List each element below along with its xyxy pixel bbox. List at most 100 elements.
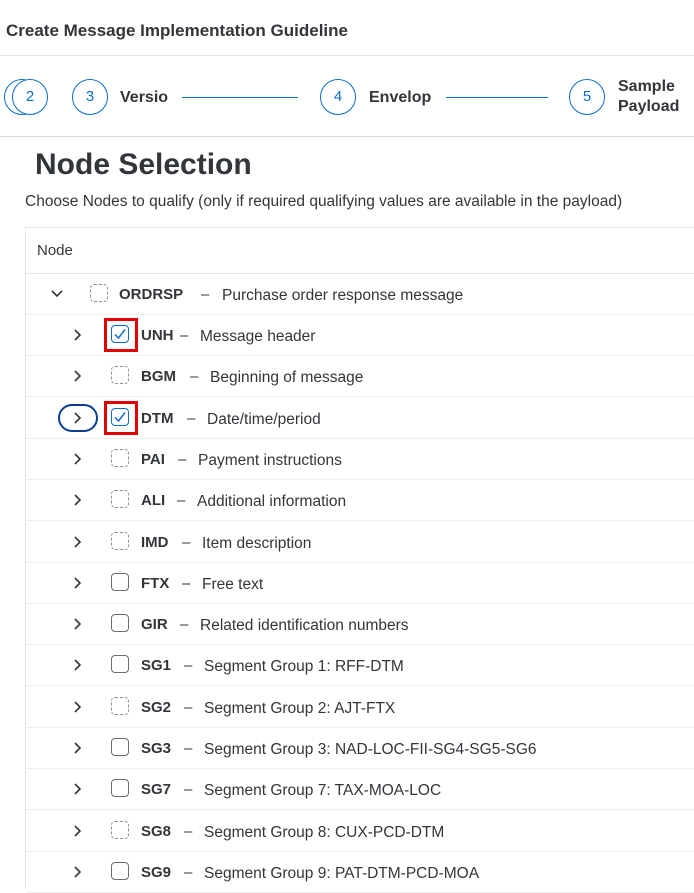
node-code: GIR: [141, 616, 168, 634]
chevron-right-icon[interactable]: [69, 326, 87, 344]
node-checkbox[interactable]: [111, 861, 129, 880]
node-checkbox[interactable]: [90, 284, 108, 302]
node-checkbox[interactable]: [111, 614, 129, 633]
node-code: ORDRSP: [119, 286, 184, 303]
node-code: SG3: [141, 740, 172, 757]
node-checkbox[interactable]: [111, 531, 129, 550]
chevron-right-icon[interactable]: [69, 656, 87, 674]
tree-row-bgm[interactable]: BGM – Beginning of message: [26, 356, 694, 398]
node-checkbox[interactable]: [111, 696, 129, 715]
tree-row-unh[interactable]: UNH – Message header: [26, 315, 694, 356]
wizard-progress-bar: 2 3 Versio 4 Envelop 5 Sample Payload: [0, 57, 694, 137]
node-checkbox[interactable]: [111, 738, 129, 756]
wizard-step-number: 4: [333, 88, 343, 105]
wizard-step-number: 3: [85, 88, 95, 105]
chevron-right-icon[interactable]: [69, 450, 87, 468]
node-checkbox[interactable]: [111, 820, 129, 839]
node-separator: –: [184, 781, 193, 799]
wizard-step-number: 2: [25, 88, 35, 105]
node-code: SG2: [141, 698, 172, 716]
tree-row-ftx[interactable]: FTX – Free text: [26, 563, 694, 604]
node-separator: –: [177, 492, 186, 510]
node-description: Segment Group 7: TAX-MOA-LOC: [204, 782, 442, 800]
wizard-step-number: 5: [582, 88, 592, 105]
node-separator: –: [187, 409, 196, 427]
wizard-step-5-label-line2[interactable]: Payload: [618, 98, 679, 116]
node-description: Message header: [200, 328, 316, 345]
tree-row-root[interactable]: ORDRSP – Purchase order response message: [26, 274, 694, 315]
node-code: FTX: [141, 574, 170, 592]
node-checkbox[interactable]: [111, 779, 129, 798]
page-subtitle: Choose Nodes to qualify (only if require…: [25, 193, 623, 210]
tree-row-sg9[interactable]: SG9– Segment Group 9: PAT-DTM-PCD-MOA: [26, 852, 694, 893]
node-description: Segment Group 8: CUX-PCD-DTM: [204, 823, 445, 841]
column-header-node: Node: [37, 242, 73, 259]
node-description: Beginning of message: [210, 369, 364, 387]
chevron-right-icon[interactable]: [69, 367, 87, 385]
node-description: Segment Group 2: AJT-FTX: [204, 699, 396, 717]
wizard-step-5[interactable]: 5: [569, 79, 605, 115]
chevron-right-icon[interactable]: [69, 780, 87, 798]
node-description: Item description: [202, 534, 312, 552]
node-code: SG9: [141, 863, 172, 881]
node-description: Segment Group 9: PAT-DTM-PCD-MOA: [204, 864, 480, 882]
node-code: ALI: [141, 492, 166, 510]
chevron-right-icon[interactable]: [69, 615, 87, 633]
wizard-step-4[interactable]: 4: [320, 79, 356, 115]
node-checkbox[interactable]: [111, 448, 129, 467]
node-separator: –: [184, 657, 193, 675]
chevron-right-icon[interactable]: [69, 863, 87, 881]
node-code: SG7: [141, 781, 172, 799]
chevron-right-icon[interactable]: [69, 822, 87, 840]
tree-row-imd[interactable]: IMD – Item description: [26, 522, 694, 563]
chevron-right-icon[interactable]: [69, 533, 87, 551]
chevron-right-icon[interactable]: [69, 739, 87, 757]
node-checkbox[interactable]: [111, 572, 129, 591]
chevron-down-icon[interactable]: [48, 285, 66, 303]
node-description: Segment Group 1: RFF-DTM: [204, 658, 404, 676]
tree-row-sg7[interactable]: SG7– Segment Group 7: TAX-MOA-LOC: [26, 769, 694, 811]
node-tree-table: Node ORDRSP – Purchase order response me…: [25, 227, 694, 893]
wizard-step-3-label[interactable]: Versio: [120, 89, 168, 107]
node-separator: –: [201, 286, 210, 303]
chevron-right-icon[interactable]: [69, 409, 87, 427]
node-code: SG1: [141, 657, 172, 675]
highlight-annotation-box: [104, 318, 138, 352]
dialog-title-bar: Create Message Implementation Guideline: [0, 0, 694, 56]
node-separator: –: [180, 327, 189, 344]
node-separator: –: [180, 616, 189, 634]
tree-row-ali[interactable]: ALI – Additional information: [26, 480, 694, 522]
tree-row-dtm[interactable]: DTM – Date/time/period: [26, 398, 694, 439]
wizard-step-4-label[interactable]: Envelop: [369, 89, 431, 107]
chevron-right-icon[interactable]: [69, 491, 87, 509]
tree-row-gir[interactable]: GIR – Related identification numbers: [26, 604, 694, 646]
node-checkbox[interactable]: [111, 490, 129, 509]
tree-row-sg2[interactable]: SG2– Segment Group 2: AJT-FTX: [26, 687, 694, 728]
dialog-title: Create Message Implementation Guideline: [6, 21, 348, 40]
wizard-connector: [446, 97, 548, 98]
node-separator: –: [184, 863, 193, 881]
wizard-step-3[interactable]: 3: [72, 79, 108, 115]
tree-row-pai[interactable]: PAI – Payment instructions: [26, 439, 694, 480]
node-code: PAI: [141, 450, 165, 468]
node-separator: –: [182, 574, 191, 592]
wizard-step-2[interactable]: 2: [12, 79, 48, 115]
node-separator: –: [184, 740, 193, 757]
node-code: UNH: [141, 327, 174, 344]
wizard-step-5-label-line1[interactable]: Sample: [618, 78, 675, 96]
page-heading: Node Selection: [35, 148, 252, 181]
node-checkbox[interactable]: [111, 655, 129, 674]
node-code: SG8: [141, 822, 172, 840]
node-checkbox[interactable]: [111, 366, 129, 385]
tree-row-sg3[interactable]: SG3– Segment Group 3: NAD-LOC-FII-SG4-SG5…: [26, 728, 694, 769]
chevron-right-icon[interactable]: [69, 698, 87, 716]
tree-row-sg1[interactable]: SG1– Segment Group 1: RFF-DTM: [26, 645, 694, 687]
tree-row-sg8[interactable]: SG8– Segment Group 8: CUX-PCD-DTM: [26, 811, 694, 852]
column-header: Node: [26, 228, 694, 274]
node-code: BGM: [141, 368, 176, 386]
highlight-annotation-box: [104, 400, 138, 435]
chevron-right-icon[interactable]: [69, 574, 87, 592]
node-description: Purchase order response message: [222, 287, 464, 304]
node-separator: –: [190, 368, 199, 386]
node-description: Date/time/period: [207, 410, 321, 428]
